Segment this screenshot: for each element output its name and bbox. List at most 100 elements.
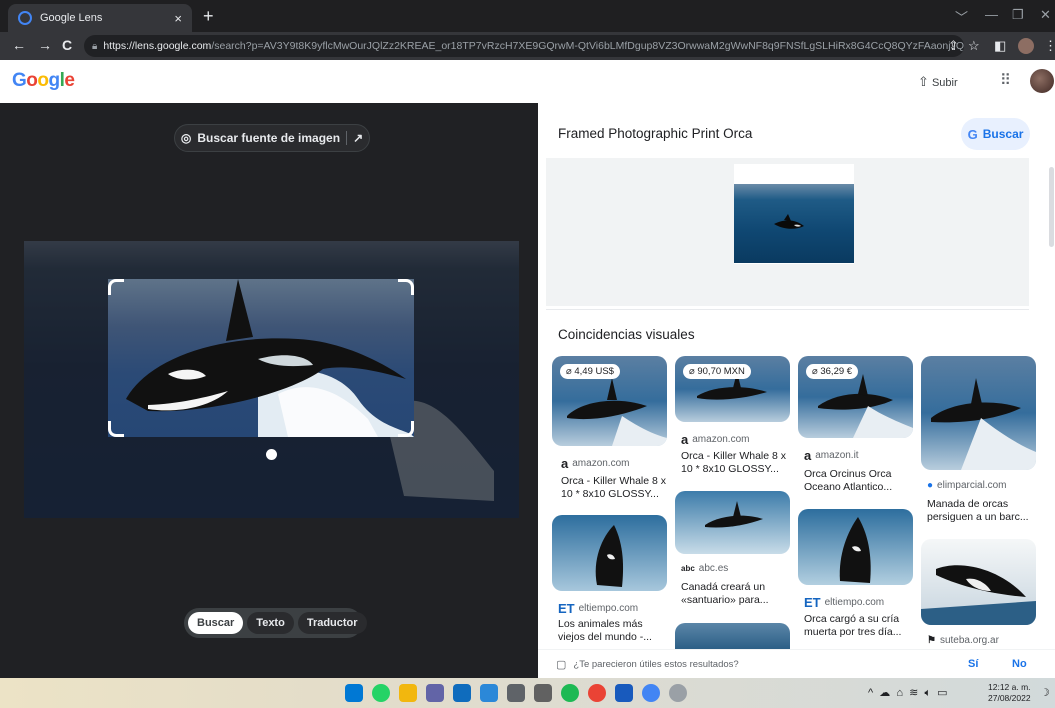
tab-title: Google Lens: [40, 12, 103, 24]
close-window-icon[interactable]: ✕: [1040, 7, 1051, 23]
amazon-icon: a: [804, 448, 812, 463]
todo-icon[interactable]: [480, 684, 498, 702]
app-icon[interactable]: [534, 684, 552, 702]
back-icon[interactable]: ←: [12, 37, 26, 53]
framed-print-card[interactable]: [734, 164, 854, 264]
notifications-icon[interactable]: ☽: [1040, 686, 1050, 699]
restore-icon[interactable]: ❐: [1012, 7, 1024, 23]
start-menu-icon[interactable]: [345, 684, 363, 702]
upload-icon: ⇧: [918, 74, 929, 89]
visual-match-card[interactable]: ● elimparcial.com Manada de orcas persig…: [921, 356, 1036, 526]
calculator-icon[interactable]: [507, 684, 525, 702]
whatsapp-icon[interactable]: [372, 684, 390, 702]
price-badge: ⌀ 4,49 US$: [560, 364, 620, 379]
visual-match-card[interactable]: ⌀ 90,70 MXN a amazon.com Orca - Killer W…: [675, 356, 790, 488]
orca-photo-crop: [126, 279, 414, 437]
new-tab-icon[interactable]: +: [203, 6, 214, 27]
visual-match-card[interactable]: abc abc.es Canadá creará un «santuario» …: [675, 491, 790, 616]
chrome-icon[interactable]: [588, 684, 606, 702]
chrome-profile-icon[interactable]: [642, 684, 660, 702]
profile-avatar-icon[interactable]: [1018, 38, 1034, 54]
visual-match-card[interactable]: ET eltiempo.com Orca cargó a su cría mue…: [798, 509, 913, 649]
feedback-no-button[interactable]: No: [1012, 658, 1027, 670]
amazon-icon: a: [561, 456, 569, 471]
result-thumbnail: [552, 515, 667, 591]
google-header: Google ⇧ Subir ⠿: [0, 60, 1055, 103]
orca-thumbnail: [595, 525, 624, 587]
crop-handle-top-left[interactable]: [108, 279, 124, 295]
avatar[interactable]: [1030, 69, 1054, 93]
result-title-text: Canadá creará un «santuario» para...: [681, 581, 769, 606]
system-tray[interactable]: ^ ☁ ⌂ ≋ 🔈︎ ▭: [868, 686, 948, 700]
visual-match-card[interactable]: ⚑ suteba.org.ar: [921, 539, 1036, 649]
visual-match-card[interactable]: [675, 623, 790, 649]
forward-icon[interactable]: →: [38, 37, 52, 53]
teams-icon[interactable]: [426, 684, 444, 702]
mode-search-button[interactable]: Buscar: [188, 612, 244, 634]
orca-thumbnail: [921, 565, 1036, 625]
result-source: a amazon.it: [804, 448, 859, 463]
orca-underwater-image: [774, 214, 804, 229]
clock-time: 12:12 a. m.: [988, 682, 1031, 692]
result-title-text: Los animales más viejos del mundo -...: [558, 618, 652, 643]
mode-text-button[interactable]: Texto: [247, 612, 294, 634]
feedback-question-text: ¿Te parecieron útiles estos resultados?: [573, 659, 739, 670]
result-thumbnail: [675, 623, 790, 649]
side-panel-icon[interactable]: ◧: [994, 38, 1006, 54]
image-panel: ◎ Buscar fuente de imagen ↗ Buscar Texto…: [0, 103, 538, 678]
result-source: ET eltiempo.com: [558, 601, 638, 616]
result-source: abc abc.es: [681, 563, 728, 574]
crop-handle-top-right[interactable]: [398, 279, 414, 295]
spotify-icon[interactable]: [561, 684, 579, 702]
browser-toolbar: ← → C 🔒︎ https://lens.google.com/search?…: [0, 32, 1055, 60]
amazon-icon: a: [681, 432, 689, 447]
visual-match-card[interactable]: ET eltiempo.com Los animales más viejos …: [552, 515, 667, 655]
clock-date: 27/08/2022: [988, 693, 1031, 703]
upload-button[interactable]: ⇧ Subir: [918, 74, 958, 90]
bookmark-star-icon[interactable]: ☆: [968, 38, 980, 54]
crop-handle-bottom-left[interactable]: [108, 421, 124, 437]
address-bar[interactable]: 🔒︎ https://lens.google.com/search?p=AV3Y…: [84, 35, 964, 57]
eltiempo-icon: ET: [804, 595, 821, 610]
result-title-text: Orca cargó a su cría muerta por tres día…: [804, 613, 902, 638]
source-domain: abc.es: [698, 563, 729, 574]
tab-search-icon[interactable]: ﹀: [955, 7, 968, 26]
browser-menu-icon[interactable]: ⋮: [1044, 38, 1055, 54]
result-source: a amazon.com: [561, 456, 629, 471]
lens-search-icon: ◎: [180, 131, 192, 145]
mode-translate-button[interactable]: Traductor: [297, 612, 367, 634]
settings-icon[interactable]: [669, 684, 687, 702]
word-icon[interactable]: [615, 684, 633, 702]
feedback-bar: ▢ ¿Te parecieron útiles estos resultados…: [538, 649, 1055, 678]
lens-mode-switcher: Buscar Texto Traductor: [184, 608, 367, 638]
feedback-icon: ▢: [556, 659, 567, 671]
apps-grid-icon[interactable]: ⠿: [1000, 71, 1011, 89]
reload-icon[interactable]: C: [62, 37, 72, 53]
find-image-source-button[interactable]: ◎ Buscar fuente de imagen ↗: [174, 124, 370, 152]
taskbar-clock[interactable]: 12:12 a. m. 27/08/2022: [988, 682, 1031, 704]
minimize-icon[interactable]: —: [985, 7, 998, 22]
mail-icon[interactable]: [453, 684, 471, 702]
orca-thumbnail: [839, 517, 871, 583]
visual-match-card[interactable]: ⌀ 36,29 € a amazon.it Orca Orcinus Orca …: [798, 356, 913, 498]
share-icon[interactable]: ⇪: [948, 38, 959, 54]
object-dot-marker[interactable]: [266, 449, 277, 460]
result-source: ⚑ suteba.org.ar: [927, 635, 999, 646]
source-domain: eltiempo.com: [824, 597, 885, 608]
google-logo[interactable]: Google: [12, 70, 75, 92]
selected-region[interactable]: [108, 279, 414, 437]
source-domain: suteba.org.ar: [939, 635, 999, 646]
file-explorer-icon[interactable]: [399, 684, 417, 702]
price-value: 36,29 €: [820, 366, 853, 377]
feedback-yes-button[interactable]: Sí: [968, 658, 978, 670]
orca-thumbnail: [931, 378, 1036, 470]
google-search-button[interactable]: G Buscar: [961, 118, 1030, 150]
browser-tab[interactable]: Google Lens ×: [8, 4, 192, 32]
google-search-label: Buscar: [982, 127, 1024, 141]
divider: [346, 131, 348, 145]
visual-match-card[interactable]: ⌀ 4,49 US$ a amazon.com Orca - Killer Wh…: [552, 356, 667, 504]
results-scrollbar[interactable]: [1049, 167, 1054, 247]
suteba-icon: ⚑: [927, 635, 936, 646]
tab-close-icon[interactable]: ×: [174, 11, 182, 26]
crop-handle-bottom-right[interactable]: [398, 421, 414, 437]
